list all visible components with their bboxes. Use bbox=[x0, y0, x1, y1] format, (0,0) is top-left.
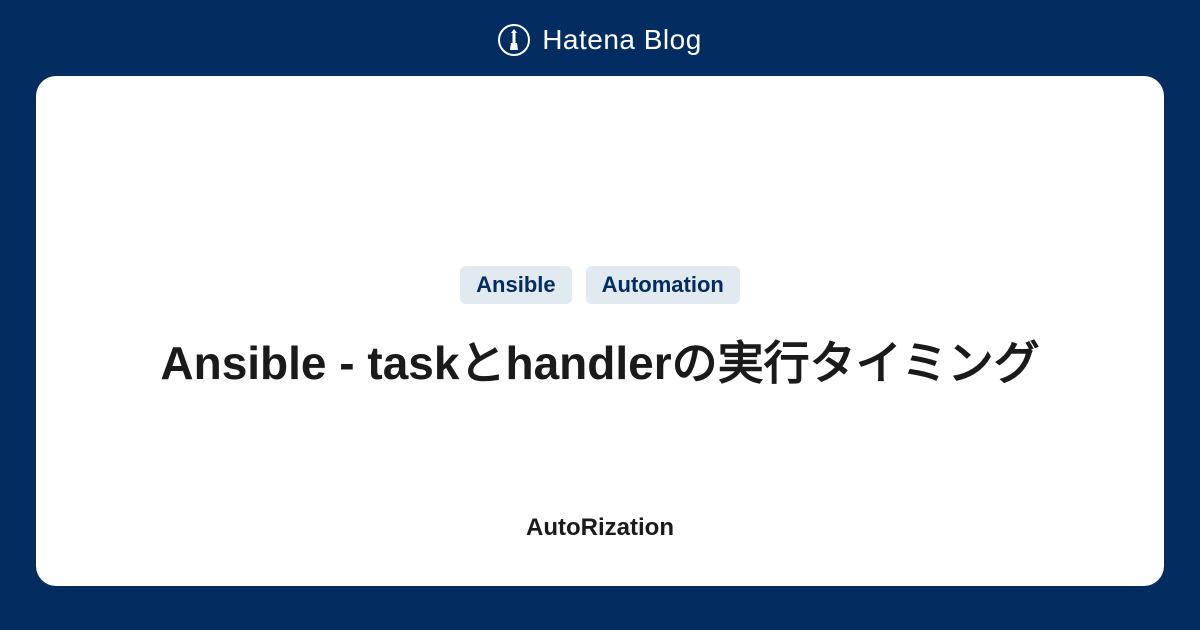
tag-item: Automation bbox=[586, 266, 740, 304]
article-card: Ansible Automation Ansible - taskとhandle… bbox=[36, 76, 1164, 586]
tag-item: Ansible bbox=[460, 266, 571, 304]
article-title: Ansible - taskとhandlerの実行タイミング bbox=[160, 330, 1039, 397]
brand-header: Hatena Blog bbox=[498, 0, 702, 76]
tag-list: Ansible Automation bbox=[460, 266, 740, 304]
author-name: AutoRization bbox=[526, 514, 674, 542]
brand-title: Hatena Blog bbox=[542, 24, 702, 56]
hatena-logo-icon bbox=[498, 24, 530, 56]
